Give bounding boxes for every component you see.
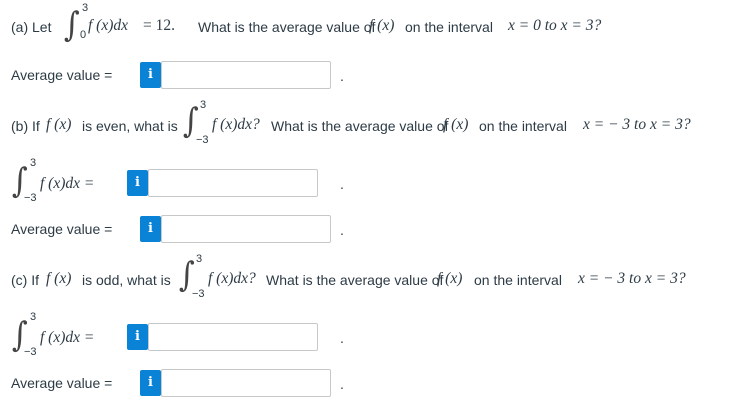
- interval-text: x = 0 to x = 3?: [508, 17, 602, 34]
- answer-period: .: [340, 68, 344, 84]
- function-fx: f (x): [437, 270, 463, 287]
- info-icon[interactable]: i: [140, 370, 161, 396]
- condition-text: is even, what is: [82, 118, 178, 134]
- average-value-label: Average value =: [11, 67, 113, 83]
- part-c-label: (c) If: [11, 272, 39, 288]
- function-fx: f (x): [443, 116, 469, 133]
- integral-upper-limit: 3: [82, 2, 89, 14]
- part-a-label: (a) Let: [11, 19, 52, 35]
- average-value-input[interactable]: [161, 215, 331, 243]
- integral-upper-limit: 3: [200, 99, 207, 111]
- info-icon[interactable]: i: [140, 62, 161, 88]
- integral-lower-limit: −3: [24, 346, 37, 358]
- average-value-label: Average value =: [11, 375, 113, 391]
- function-fx: f (x): [369, 17, 395, 34]
- integral-lower-limit: −3: [196, 134, 209, 146]
- integral-upper-limit: 3: [30, 311, 37, 323]
- interval-prefix: on the interval: [479, 118, 567, 134]
- integral-rhs: = 12.: [143, 17, 175, 34]
- interval-text: x = − 3 to x = 3?: [578, 270, 686, 287]
- integral-lower-limit: −3: [24, 192, 37, 204]
- info-icon[interactable]: i: [140, 216, 161, 242]
- question-text: What is the average value of: [198, 19, 376, 35]
- function-fx: f (x): [46, 116, 72, 133]
- info-icon[interactable]: i: [127, 324, 148, 350]
- interval-prefix: on the interval: [405, 19, 493, 35]
- integral-upper-limit: 3: [196, 253, 203, 265]
- info-icon[interactable]: i: [127, 170, 148, 196]
- part-b-label: (b) If: [11, 118, 40, 134]
- integrand: f (x)dx?: [212, 116, 260, 133]
- integral-lower-limit: −3: [192, 288, 205, 300]
- function-fx: f (x): [46, 270, 72, 287]
- question-text: What is the average value of: [266, 272, 444, 288]
- interval-prefix: on the interval: [474, 272, 562, 288]
- answer-period: .: [340, 376, 344, 392]
- integral-value-input[interactable]: [148, 169, 318, 197]
- integral-sign: ∫: [63, 5, 80, 45]
- integrand: f (x)dx: [88, 17, 129, 34]
- integral-upper-limit: 3: [30, 157, 37, 169]
- integrand: f (x)dx =: [40, 175, 95, 192]
- integral-value-input[interactable]: [148, 323, 318, 351]
- integrand: f (x)dx =: [40, 329, 95, 346]
- interval-text: x = − 3 to x = 3?: [583, 116, 691, 133]
- answer-period: .: [340, 222, 344, 238]
- condition-text: is odd, what is: [82, 272, 171, 288]
- average-value-input[interactable]: [161, 369, 331, 397]
- integral-sign: ∫: [178, 255, 195, 295]
- answer-period: .: [340, 176, 344, 192]
- average-value-label: Average value =: [11, 221, 113, 237]
- question-text: What is the average value of: [271, 118, 449, 134]
- answer-period: .: [340, 330, 344, 346]
- integrand: f (x)dx?: [208, 270, 256, 287]
- average-value-input[interactable]: [161, 61, 331, 89]
- integral-sign: ∫: [182, 101, 199, 141]
- integral-lower-limit: 0: [80, 29, 87, 41]
